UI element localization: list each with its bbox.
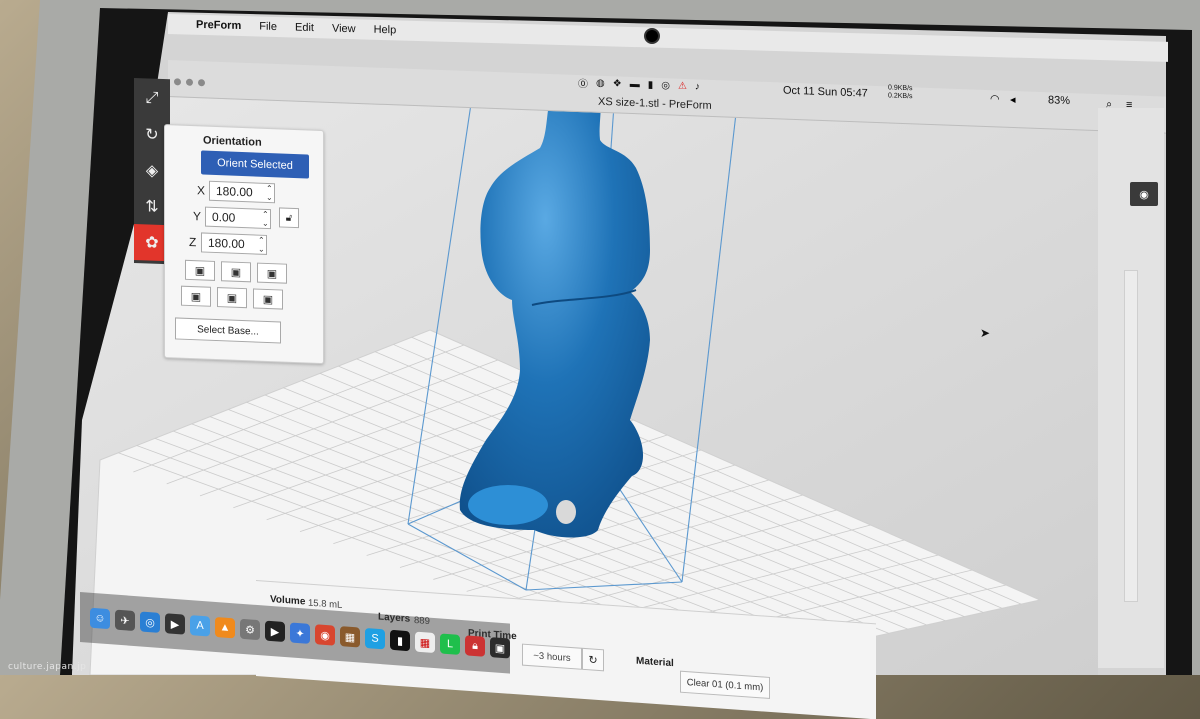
video-icon[interactable]: ▶ (165, 613, 185, 635)
watermark: culture.japan.jp (8, 662, 87, 672)
app-store-icon[interactable]: A (190, 615, 210, 637)
warning-icon[interactable]: ⚠ (678, 81, 687, 92)
cube-left-icon[interactable]: ▣ (257, 262, 287, 284)
bookmark-icon[interactable]: ▮ (648, 80, 654, 91)
cube-back-icon[interactable]: ▣ (221, 261, 251, 283)
scrollbar[interactable] (1124, 270, 1138, 602)
chat-icon[interactable]: ◍ (596, 78, 605, 89)
cube-front-icon[interactable]: ▣ (185, 259, 215, 281)
dropbox-icon[interactable]: ❖ (613, 78, 622, 89)
volume-icon[interactable]: ◂ (1010, 93, 1016, 106)
launchpad-icon[interactable]: ✈ (115, 609, 135, 632)
mouse-cursor-icon: ➤ (980, 326, 991, 340)
net-download: 0.2KB/s (888, 92, 913, 101)
menu-file[interactable]: File (259, 21, 277, 33)
skype-icon[interactable]: S (365, 627, 385, 650)
laptop-photo: PreForm File Edit View Help ⓪ ◍ ❖ ▬ ▮ ◎ … (0, 0, 1200, 719)
photo-app-icon[interactable]: ▦ (340, 626, 360, 648)
orientation-panel: Orientation Orient Selected X 180.00 Y 0… (164, 124, 324, 365)
print-time-value: ~3 hours (522, 643, 582, 670)
sync-icon[interactable]: ◎ (661, 80, 670, 91)
menu-preform[interactable]: PreForm (196, 19, 241, 32)
terminal-icon[interactable]: ▮ (390, 629, 410, 652)
wifi-icon[interactable]: ◠ (990, 92, 1000, 105)
refresh-icon[interactable]: ↻ (582, 647, 604, 672)
preform-icon[interactable]: ▣ (490, 637, 510, 659)
select-base-button[interactable]: Select Base... (175, 317, 281, 344)
compass-icon[interactable]: ✦ (290, 622, 310, 644)
x-label: X (197, 183, 206, 198)
network-speed: 0.9KB/s 0.2KB/s (888, 84, 913, 101)
finder-icon[interactable]: ☺ (90, 607, 110, 630)
lock-icon[interactable]: 🔓︎ (279, 207, 299, 229)
material-label: Material (636, 655, 674, 670)
cube-top-icon[interactable]: ▣ (217, 287, 247, 309)
minimize-window-button[interactable] (186, 78, 193, 86)
settings-icon[interactable]: ⚙ (240, 618, 260, 641)
window-title: XS size-1.stl - PreForm (598, 95, 712, 112)
close-window-button[interactable] (174, 78, 181, 86)
menu-view[interactable]: View (332, 23, 356, 36)
menubar-clock[interactable]: Oct 11 Sun 05:47 (783, 85, 868, 100)
folder-icon[interactable]: ▬ (630, 79, 640, 90)
chrome-icon[interactable]: ◉ (315, 624, 335, 646)
bell-icon[interactable]: ♪ (695, 81, 700, 92)
status-icon[interactable]: ⓪ (578, 75, 588, 90)
y-rotation-field[interactable]: 0.00 (205, 206, 271, 230)
menu-extras: ⓪ ◍ ❖ ▬ ▮ ◎ ⚠ ♪ (578, 75, 700, 94)
scale-icon[interactable]: ⤢ (134, 80, 170, 117)
menu-edit[interactable]: Edit (295, 22, 314, 35)
cube-right-icon[interactable]: ▣ (181, 285, 211, 307)
menu-help[interactable]: Help (374, 24, 397, 37)
player-icon[interactable]: ▶ (265, 620, 285, 643)
visibility-icon[interactable]: ◉ (1130, 182, 1158, 206)
z-rotation-field[interactable]: 180.00 (201, 232, 267, 255)
zoom-window-button[interactable] (198, 79, 205, 87)
z-label: Z (189, 234, 197, 250)
lock-app-icon[interactable]: 🔒︎ (465, 635, 485, 657)
orientation-title: Orientation (203, 134, 262, 149)
cube-bottom-icon[interactable]: ▣ (253, 288, 283, 310)
y-label: Y (193, 209, 202, 224)
x-rotation-field[interactable]: 180.00 (209, 180, 275, 204)
camera-icon (644, 28, 660, 44)
calendar-icon[interactable]: ▦ (415, 631, 435, 654)
orient-selected-button[interactable]: Orient Selected (201, 150, 309, 179)
safari-icon[interactable]: ◎ (140, 611, 160, 633)
vlc-icon[interactable]: ▲ (215, 616, 235, 639)
line-icon[interactable]: L (440, 633, 460, 655)
battery-percent[interactable]: 83% (1048, 94, 1070, 107)
